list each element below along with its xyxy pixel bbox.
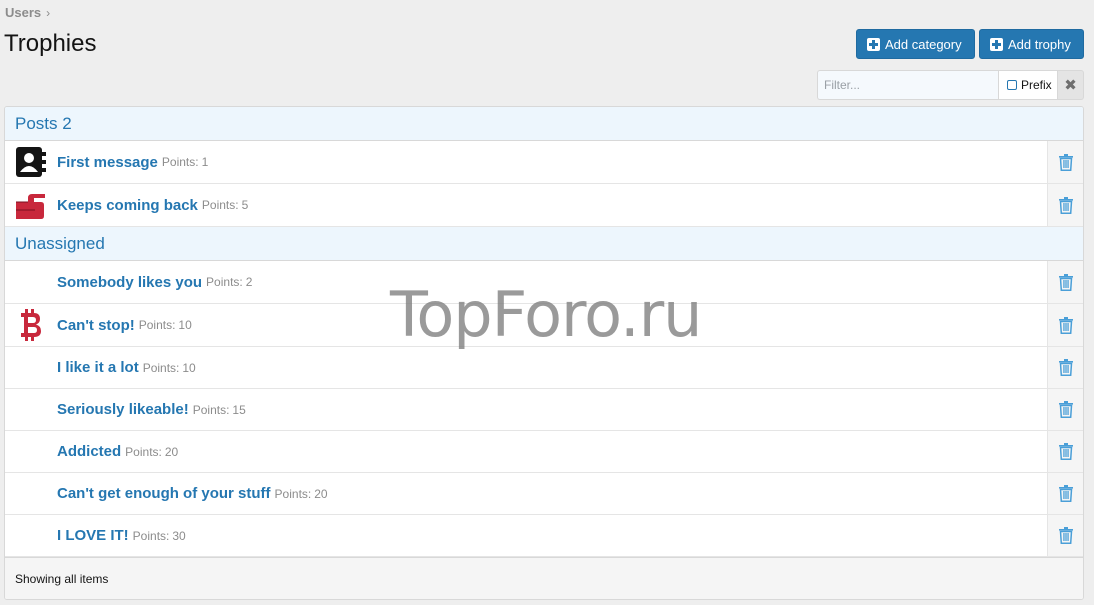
points-value: 20 bbox=[164, 444, 179, 459]
clear-filter-button[interactable]: ✖ bbox=[1058, 70, 1084, 100]
delete-button[interactable] bbox=[1047, 515, 1083, 556]
list-item: Can't get enough of your stuff Points: 20 bbox=[5, 473, 1083, 515]
trophy-points: Points: 2 bbox=[206, 275, 252, 289]
trophy-points: Points: 15 bbox=[193, 403, 246, 417]
delete-button[interactable] bbox=[1047, 261, 1083, 303]
list-item: I LOVE IT! Points: 30 bbox=[5, 515, 1083, 557]
plus-square-icon bbox=[990, 37, 1003, 51]
points-value: 5 bbox=[241, 198, 249, 212]
trash-icon bbox=[1058, 359, 1073, 376]
trash-icon bbox=[1058, 401, 1073, 418]
trophy-points: Points: 5 bbox=[202, 198, 248, 212]
trophy-title[interactable]: Keeps coming back bbox=[57, 197, 198, 214]
trophy-title[interactable]: I LOVE IT! bbox=[57, 527, 129, 544]
points-value: 2 bbox=[245, 275, 253, 289]
trophy-title[interactable]: Somebody likes you bbox=[57, 274, 202, 291]
trash-icon bbox=[1058, 153, 1073, 171]
points-value: 10 bbox=[178, 318, 192, 332]
trophy-icon-cell bbox=[5, 141, 57, 183]
points-label: Points: bbox=[132, 528, 170, 543]
trophy-list: Posts 2 First message Points: 1 Keeps co… bbox=[4, 106, 1084, 600]
add-trophy-button[interactable]: Add trophy bbox=[979, 29, 1084, 59]
list-item: Somebody likes you Points: 2 bbox=[5, 261, 1083, 304]
points-value: 10 bbox=[182, 360, 196, 375]
trophy-points: Points: 30 bbox=[133, 529, 186, 543]
delete-button[interactable] bbox=[1047, 431, 1083, 472]
trophy-title[interactable]: First message bbox=[57, 154, 158, 171]
breadcrumb-item-users[interactable]: Users bbox=[5, 5, 41, 20]
trophy-points: Points: 20 bbox=[275, 487, 328, 501]
trash-icon bbox=[1058, 485, 1073, 502]
prefix-label: Prefix bbox=[1021, 78, 1052, 92]
category-name: Posts 2 bbox=[15, 113, 72, 133]
points-value: 15 bbox=[232, 402, 246, 417]
trophy-icon-cell bbox=[5, 389, 57, 430]
list-item: First message Points: 1 bbox=[5, 141, 1083, 184]
footer-status: Showing all items bbox=[15, 571, 109, 586]
list-item: Keeps coming back Points: 5 bbox=[5, 184, 1083, 227]
page-title: Trophies bbox=[4, 30, 97, 57]
delete-button[interactable] bbox=[1047, 347, 1083, 388]
points-label: Points: bbox=[125, 444, 162, 459]
pointing-hand-icon bbox=[16, 194, 45, 219]
trophy-title[interactable]: Can't stop! bbox=[57, 317, 135, 334]
trash-icon bbox=[1058, 273, 1073, 291]
trash-icon bbox=[1058, 196, 1073, 214]
add-trophy-label: Add trophy bbox=[1008, 36, 1071, 52]
trophy-icon-cell bbox=[5, 261, 57, 303]
trophy-points: Points: 10 bbox=[139, 318, 192, 332]
delete-button[interactable] bbox=[1047, 184, 1083, 226]
list-item: Can't stop! Points: 10 bbox=[5, 304, 1083, 347]
points-label: Points: bbox=[138, 318, 176, 332]
add-category-label: Add category bbox=[885, 36, 962, 52]
points-label: Points: bbox=[201, 198, 239, 212]
close-icon: ✖ bbox=[1064, 77, 1077, 94]
list-item: Addicted Points: 20 bbox=[5, 431, 1083, 473]
filter-bar: Prefix ✖ bbox=[817, 70, 1084, 100]
contact-book-icon bbox=[16, 147, 46, 177]
points-label: Points: bbox=[274, 486, 312, 501]
points-label: Points: bbox=[192, 402, 230, 417]
delete-button[interactable] bbox=[1047, 389, 1083, 430]
list-item: I like it a lot Points: 10 bbox=[5, 347, 1083, 389]
points-value: 20 bbox=[314, 486, 328, 501]
trophy-points: Points: 1 bbox=[162, 155, 208, 169]
trash-icon bbox=[1058, 316, 1073, 334]
category-name: Unassigned bbox=[15, 233, 105, 253]
points-label: Points: bbox=[142, 360, 180, 375]
trophy-title[interactable]: Addicted bbox=[57, 443, 121, 460]
points-label: Points: bbox=[206, 275, 243, 289]
trophy-icon-cell bbox=[5, 347, 57, 388]
chevron-right-icon: › bbox=[46, 5, 51, 20]
points-label: Points: bbox=[161, 155, 199, 169]
trophy-icon-cell bbox=[5, 515, 57, 556]
add-category-button[interactable]: Add category bbox=[856, 29, 975, 59]
delete-button[interactable] bbox=[1047, 141, 1083, 183]
category-header-posts: Posts 2 bbox=[5, 107, 1083, 141]
plus-square-icon bbox=[867, 37, 880, 51]
trophy-icon-cell bbox=[5, 304, 57, 346]
delete-button[interactable] bbox=[1047, 473, 1083, 514]
delete-button[interactable] bbox=[1047, 304, 1083, 346]
trophy-title[interactable]: Can't get enough of your stuff bbox=[57, 485, 271, 502]
trash-icon bbox=[1058, 527, 1073, 544]
trophy-title[interactable]: Seriously likeable! bbox=[57, 401, 189, 418]
trophy-title[interactable]: I like it a lot bbox=[57, 359, 139, 376]
prefix-checkbox[interactable] bbox=[1007, 80, 1017, 90]
prefix-toggle[interactable]: Prefix bbox=[998, 70, 1058, 100]
trophy-icon-cell bbox=[5, 184, 57, 226]
category-header-unassigned: Unassigned bbox=[5, 227, 1083, 261]
breadcrumb: Users › bbox=[5, 5, 50, 20]
trophy-points: Points: 20 bbox=[125, 445, 178, 459]
bitcoin-icon bbox=[21, 309, 41, 341]
trophy-icon-cell bbox=[5, 431, 57, 472]
list-footer: Showing all items bbox=[5, 557, 1083, 599]
points-value: 30 bbox=[172, 528, 186, 543]
trash-icon bbox=[1058, 443, 1073, 460]
trophy-icon-cell bbox=[5, 473, 57, 514]
trophy-points: Points: 10 bbox=[143, 361, 196, 375]
filter-input[interactable] bbox=[817, 70, 998, 100]
list-item: Seriously likeable! Points: 15 bbox=[5, 389, 1083, 431]
points-value: 1 bbox=[201, 155, 209, 169]
